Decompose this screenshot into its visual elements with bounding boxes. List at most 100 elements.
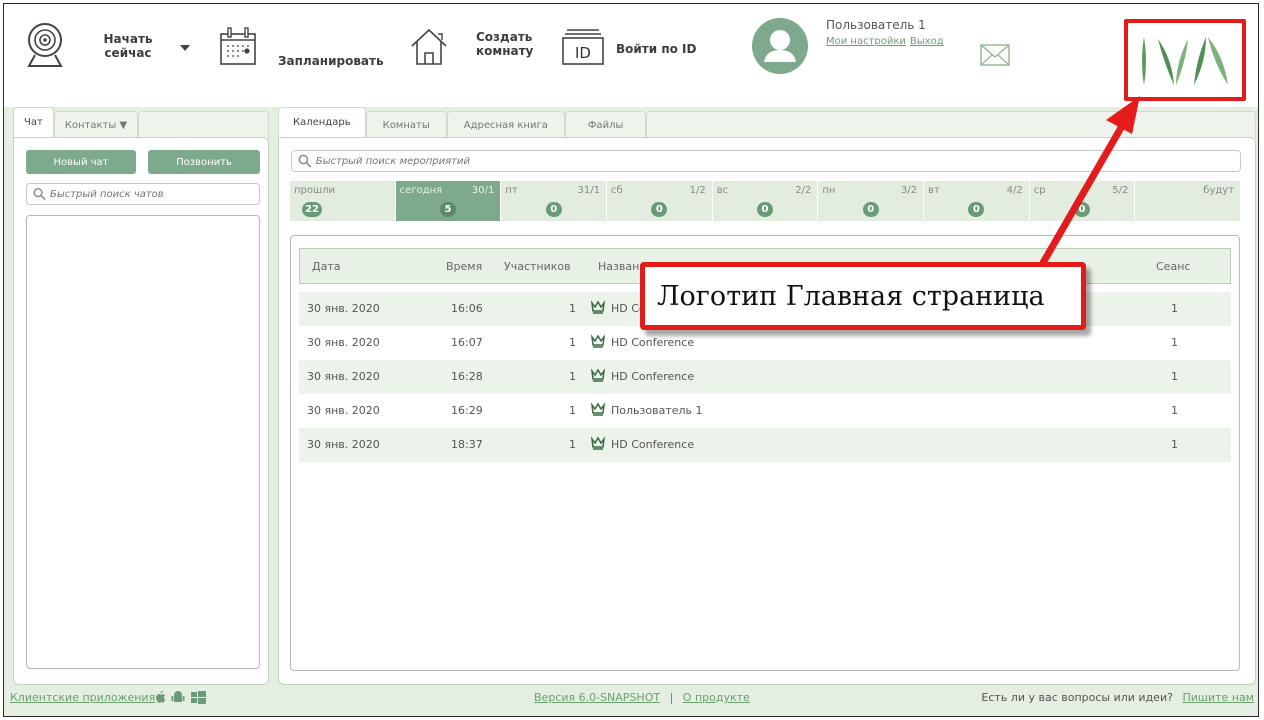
- schedule-button[interactable]: Запланировать: [278, 54, 384, 68]
- day-date: 31/1: [577, 185, 601, 196]
- id-badge-text: ID: [575, 44, 591, 62]
- day-tue[interactable]: вт 4/2 0: [924, 181, 1030, 221]
- client-apps-link[interactable]: Клиентские приложения: [10, 691, 155, 704]
- tab-rooms[interactable]: Комнаты: [365, 111, 447, 139]
- cell-date: 30 янв. 2020: [307, 404, 380, 417]
- table-row[interactable]: 30 янв. 2020 18:37 1 HD Conference 1: [299, 428, 1231, 462]
- my-settings-link[interactable]: Мои настройки: [826, 36, 906, 47]
- cell-participants: 1: [569, 404, 576, 417]
- chat-list[interactable]: [26, 215, 260, 669]
- webcam-icon[interactable]: [24, 22, 66, 70]
- day-strip: прошли 22 сегодня 30/1 5 пт 31/1 0 сб 1/…: [290, 181, 1240, 221]
- col-participants[interactable]: Участников: [504, 260, 571, 273]
- app-window: Начать сейчас Запланировать Создать комн…: [3, 3, 1259, 717]
- cell-date: 30 янв. 2020: [307, 438, 380, 451]
- start-now-label-line1: Начать: [103, 32, 153, 46]
- crown-icon: [591, 436, 605, 450]
- crown-icon: [591, 300, 605, 314]
- table-row[interactable]: 30 янв. 2020 16:28 1 HD Conference 1: [299, 360, 1231, 394]
- col-session[interactable]: Сеанс: [1156, 260, 1190, 273]
- main-tabs: Календарь Комнаты Адресная книга Файлы: [278, 107, 1256, 139]
- write-us-link[interactable]: Пишите нам: [1182, 691, 1254, 704]
- day-mon[interactable]: пн 3/2 0: [818, 181, 925, 221]
- cell-time: 18:37: [451, 438, 483, 451]
- cell-session: 1: [1171, 302, 1178, 315]
- crown-icon: [591, 402, 605, 416]
- cell-name: HD Conference: [611, 370, 695, 383]
- day-count-badge: 5: [440, 202, 456, 217]
- calendar-icon[interactable]: [218, 26, 258, 66]
- create-room-label-line1: Создать: [476, 30, 533, 44]
- chat-search: [26, 183, 260, 205]
- platform-icons[interactable]: [154, 690, 210, 704]
- schedule-label: Запланировать: [278, 54, 384, 68]
- iva-logo[interactable]: [1136, 33, 1234, 89]
- cell-time: 16:29: [451, 404, 483, 417]
- footer-center: Версия 6.0-SNAPSHOT | О продукте: [534, 691, 750, 704]
- cell-time: 16:28: [451, 370, 483, 383]
- cell-name: HD Conference: [611, 336, 695, 349]
- tab-filler: [138, 111, 269, 139]
- new-chat-button[interactable]: Новый чат: [26, 150, 136, 174]
- cell-session: 1: [1171, 370, 1178, 383]
- footer-right: Есть ли у вас вопросы или идеи? Пишите н…: [981, 691, 1254, 704]
- day-count-badge: 0: [651, 202, 668, 217]
- day-sun[interactable]: вс 2/2 0: [713, 181, 819, 221]
- event-search-input[interactable]: [315, 155, 1240, 167]
- day-date: 4/2: [1006, 185, 1023, 196]
- mail-icon[interactable]: [980, 44, 1010, 66]
- day-wed[interactable]: ср 5/2 0: [1030, 181, 1136, 221]
- cell-date: 30 янв. 2020: [307, 370, 380, 383]
- search-icon: [298, 154, 312, 168]
- day-name: вс: [716, 185, 729, 196]
- table-row[interactable]: 30 янв. 2020 16:07 1 HD Conference 1: [299, 326, 1231, 360]
- footer: Клиентские приложения Версия 6.0-SNAPSHO…: [4, 685, 1258, 716]
- top-toolbar: Начать сейчас Запланировать Создать комн…: [4, 4, 1258, 107]
- cell-session: 1: [1171, 404, 1178, 417]
- join-by-id-button[interactable]: Войти по ID: [616, 42, 696, 56]
- logout-link[interactable]: Выход: [910, 36, 944, 47]
- tab-contacts[interactable]: Контакты ▼: [53, 111, 139, 139]
- day-sat[interactable]: сб 1/2 0: [607, 181, 713, 221]
- avatar[interactable]: [752, 18, 808, 74]
- chat-search-input[interactable]: [49, 188, 259, 200]
- event-search: [291, 150, 1241, 172]
- day-future[interactable]: будут: [1135, 181, 1240, 221]
- crown-icon: [591, 334, 605, 348]
- cell-participants: 1: [569, 438, 576, 451]
- annotation-callout: Логотип Главная страница: [640, 262, 1086, 330]
- cell-name: HD Conference: [611, 438, 695, 451]
- chat-tabs: Чат Контакты ▼: [13, 107, 269, 139]
- col-time[interactable]: Время: [446, 260, 482, 273]
- tab-address-book[interactable]: Адресная книга: [446, 111, 565, 139]
- cell-time: 16:06: [451, 302, 483, 315]
- col-date[interactable]: Дата: [312, 260, 340, 273]
- house-icon[interactable]: [408, 26, 450, 66]
- create-room-button[interactable]: Создать комнату: [476, 30, 536, 58]
- user-name: Пользователь 1: [826, 18, 926, 32]
- tab-chat[interactable]: Чат: [13, 107, 54, 137]
- cell-name: Пользователь 1: [611, 404, 703, 417]
- day-today[interactable]: сегодня 30/1 5: [395, 181, 502, 221]
- tab-calendar[interactable]: Календарь: [278, 107, 366, 137]
- day-date: 30/1: [471, 185, 495, 196]
- caret-down-icon[interactable]: [180, 44, 190, 52]
- tab-filler: [646, 111, 1256, 139]
- cell-time: 16:07: [451, 336, 483, 349]
- about-link[interactable]: О продукте: [683, 691, 750, 704]
- search-icon: [33, 188, 46, 201]
- day-name: сб: [611, 185, 623, 196]
- day-past[interactable]: прошли 22: [290, 181, 396, 221]
- user-silhouette-icon: [764, 30, 796, 62]
- table-row[interactable]: 30 янв. 2020 16:29 1 Пользователь 1 1: [299, 394, 1231, 428]
- cell-participants: 1: [569, 302, 576, 315]
- chat-panel-body: Новый чат Позвонить: [13, 137, 269, 685]
- day-fri[interactable]: пт 31/1 0: [501, 181, 608, 221]
- start-now-button[interactable]: Начать сейчас: [98, 32, 158, 60]
- question-text: Есть ли у вас вопросы или идеи?: [981, 691, 1173, 704]
- tab-files[interactable]: Файлы: [564, 111, 647, 139]
- call-button[interactable]: Позвонить: [148, 150, 260, 174]
- day-count-badge: 22: [302, 202, 322, 217]
- version-link[interactable]: Версия 6.0-SNAPSHOT: [534, 691, 660, 704]
- crown-icon: [591, 368, 605, 382]
